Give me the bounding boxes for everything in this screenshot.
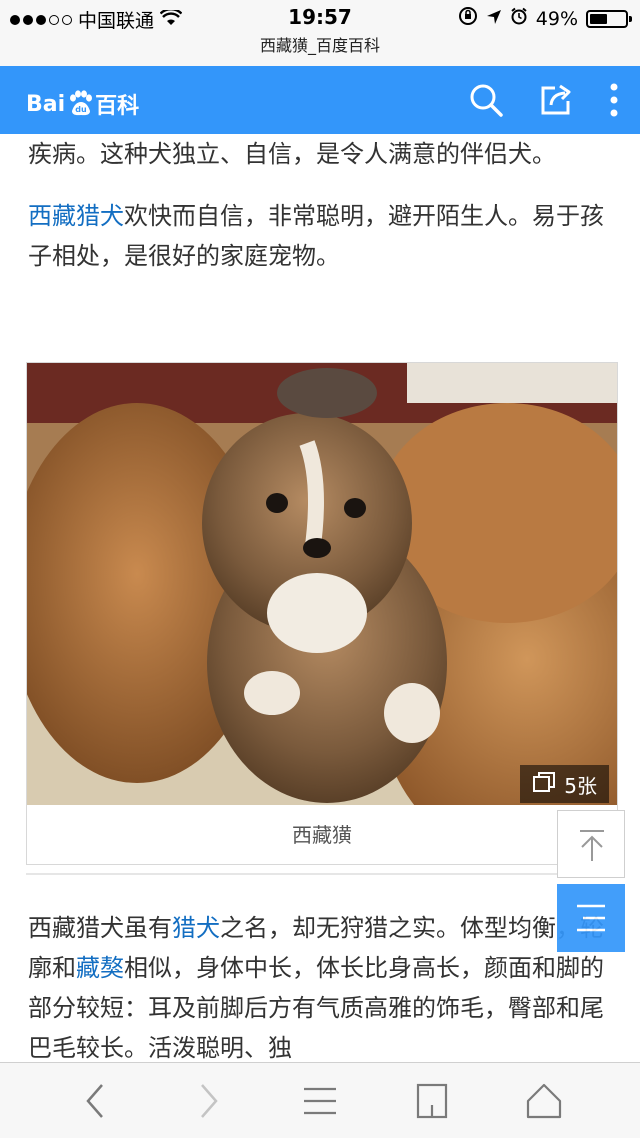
forward-button[interactable]	[188, 1081, 228, 1121]
tabs-icon	[416, 1083, 448, 1119]
status-bar: 中国联通 19:57 49%	[0, 0, 640, 34]
baike-header: Bai du 百科	[0, 66, 640, 134]
chevron-right-icon	[201, 1084, 218, 1118]
rotation-lock-icon	[458, 6, 478, 31]
battery-percent: 49%	[535, 7, 578, 30]
home-icon	[526, 1083, 562, 1119]
article-body: 疾病。这种犬独立、自信，是令人满意的伴侣犬。 西藏猎犬欢快而自信，非常聪明，避开…	[28, 134, 618, 276]
search-icon[interactable]	[468, 82, 504, 118]
article-paragraph: 西藏猎犬虽有猎犬之名，却无狩猎之实。体型均衡，轮廓和藏獒相似，身体中长，体长比身…	[28, 914, 604, 1062]
back-button[interactable]	[76, 1081, 116, 1121]
article-paragraph: 疾病。这种犬独立、自信，是令人满意的伴侣犬。	[28, 140, 556, 168]
alarm-icon	[510, 7, 528, 30]
battery-icon	[586, 9, 632, 28]
photo-count: 5张	[564, 773, 597, 798]
table-of-contents-button[interactable]	[557, 884, 625, 952]
link-tibetan-mastiff[interactable]: 藏獒	[76, 954, 124, 982]
back-to-top-button[interactable]	[557, 810, 625, 878]
home-button[interactable]	[524, 1081, 564, 1121]
gallery-icon	[532, 771, 556, 798]
status-icons: 49%	[458, 6, 632, 31]
link-hound[interactable]: 猎犬	[172, 914, 220, 942]
photo-count-badge[interactable]: 5张	[520, 765, 609, 803]
svg-text:du: du	[75, 105, 87, 114]
browser-toolbar	[0, 1062, 640, 1138]
arrow-up-icon	[580, 830, 604, 861]
image-card[interactable]: 5张 西藏獚	[26, 362, 618, 865]
share-icon[interactable]	[538, 82, 574, 118]
link-tibetan-spaniel[interactable]: 西藏猎犬	[28, 202, 124, 230]
article-paragraph: 西藏猎犬欢快而自信，非常聪明，避开陌生人。易于孩子相处，是很好的家庭宠物。	[28, 202, 604, 270]
list-icon	[577, 904, 605, 932]
chevron-left-icon	[86, 1084, 103, 1118]
page-title: 西藏獚_百度百科	[259, 36, 380, 55]
location-icon	[486, 8, 502, 30]
article-body-lower: 西藏猎犬虽有猎犬之名，却无狩猎之实。体型均衡，轮廓和藏獒相似，身体中长，体长比身…	[28, 908, 618, 1068]
tabs-button[interactable]	[412, 1081, 452, 1121]
hamburger-icon	[304, 1087, 336, 1115]
baidu-baike-logo[interactable]: Bai du 百科	[26, 88, 139, 120]
more-menu-icon[interactable]	[608, 82, 620, 118]
dog-photo[interactable]	[27, 363, 617, 805]
paw-logo-icon: du	[67, 90, 93, 116]
image-caption: 西藏獚	[292, 823, 352, 847]
menu-button[interactable]	[300, 1081, 340, 1121]
page-title-bar[interactable]: 西藏獚_百度百科	[0, 34, 640, 66]
section-divider	[26, 873, 618, 875]
